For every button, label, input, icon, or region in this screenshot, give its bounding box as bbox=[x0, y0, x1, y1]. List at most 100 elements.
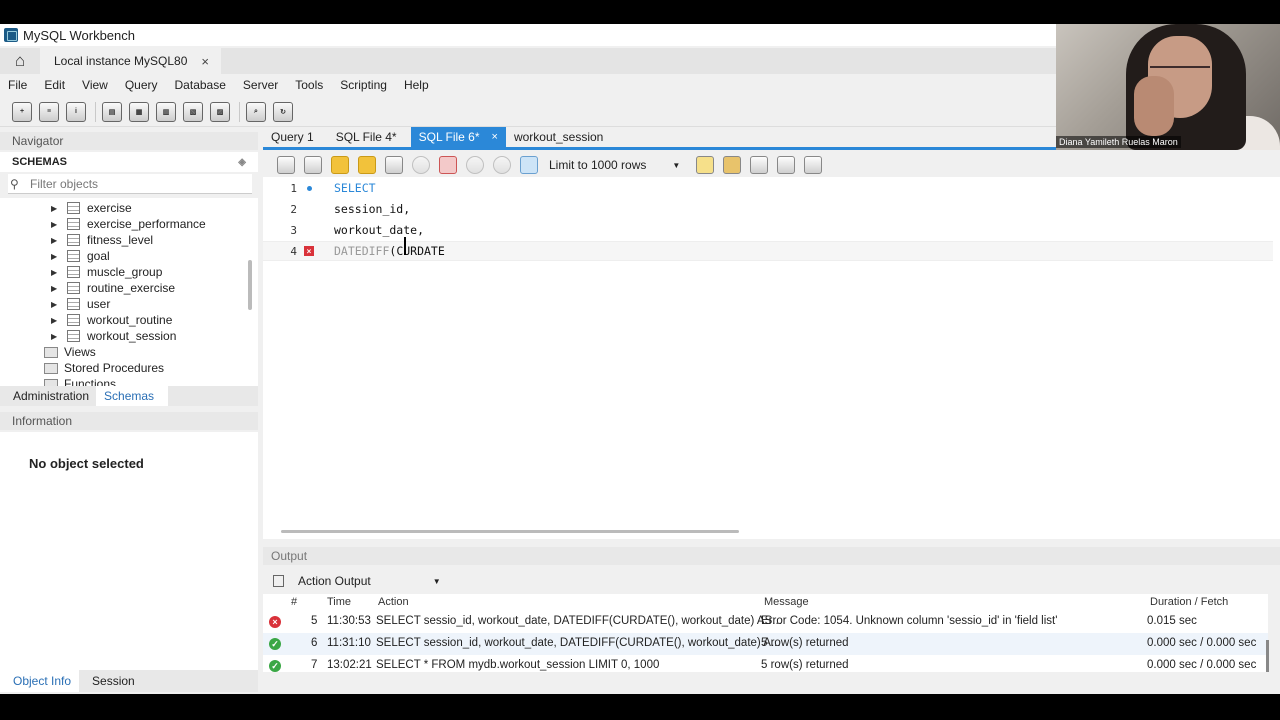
expand-arrow-icon[interactable]: ▶ bbox=[51, 316, 61, 325]
tree-item-table[interactable]: ▶ goal bbox=[51, 248, 110, 264]
table-name: workout_session bbox=[87, 329, 177, 343]
close-icon[interactable]: × bbox=[201, 54, 209, 69]
expand-arrow-icon[interactable]: ▶ bbox=[51, 300, 61, 309]
output-scrollbar[interactable] bbox=[1266, 640, 1269, 672]
menu-tools[interactable]: Tools bbox=[295, 78, 332, 92]
table-icon bbox=[67, 234, 80, 246]
open-file-icon[interactable] bbox=[277, 156, 295, 174]
menu-help[interactable]: Help bbox=[404, 78, 438, 92]
column-header-num[interactable]: # bbox=[291, 596, 297, 608]
output-type-value: Action Output bbox=[298, 574, 371, 588]
filter-objects-placeholder: Filter objects bbox=[30, 176, 99, 191]
tab-administration[interactable]: Administration bbox=[0, 386, 96, 406]
expand-arrow-icon[interactable]: ▶ bbox=[51, 252, 61, 261]
filter-objects-field[interactable]: ⚲ Filter objects bbox=[8, 174, 252, 194]
new-sql-tab-icon[interactable]: + bbox=[12, 101, 32, 122]
open-sql-script-icon[interactable]: ≡ bbox=[39, 101, 59, 122]
create-table-icon[interactable]: ▦ bbox=[129, 101, 149, 122]
table-row[interactable]: ✓ 7 13:02:21 SELECT * FROM mydb.workout_… bbox=[263, 655, 1268, 677]
expand-arrow-icon[interactable]: ▶ bbox=[51, 204, 61, 213]
execute-icon[interactable] bbox=[331, 156, 349, 174]
row-duration: 0.000 sec / 0.000 sec bbox=[1147, 659, 1257, 671]
commit-icon[interactable] bbox=[466, 156, 484, 174]
tree-item-table[interactable]: ▶ user bbox=[51, 296, 110, 312]
stop-icon[interactable] bbox=[412, 156, 430, 174]
menu-database[interactable]: Database bbox=[175, 78, 235, 92]
table-name: exercise_performance bbox=[87, 217, 206, 231]
tree-item-table[interactable]: ▶ muscle_group bbox=[51, 264, 162, 280]
row-time: 11:30:53 bbox=[327, 615, 371, 627]
explain-icon[interactable] bbox=[385, 156, 403, 174]
menu-scripting[interactable]: Scripting bbox=[340, 78, 396, 92]
tab-workout-session[interactable]: workout_session bbox=[506, 127, 617, 147]
create-procedure-icon[interactable]: ▧ bbox=[183, 101, 203, 122]
tab-sql-file-4[interactable]: SQL File 4* bbox=[328, 127, 411, 147]
menu-view[interactable]: View bbox=[82, 78, 117, 92]
home-icon[interactable]: ⌂ bbox=[0, 48, 40, 74]
tree-item-functions[interactable]: Functions bbox=[44, 376, 116, 386]
invisible-chars-icon[interactable] bbox=[777, 156, 796, 174]
autocommit-icon[interactable] bbox=[520, 156, 538, 174]
expand-arrow-icon[interactable]: ▶ bbox=[51, 220, 61, 229]
tree-item-table[interactable]: ▶ exercise_performance bbox=[51, 216, 206, 232]
rollback-icon[interactable] bbox=[493, 156, 511, 174]
copy-icon[interactable] bbox=[273, 575, 284, 587]
code-text: session_id, bbox=[334, 202, 411, 216]
connection-tab[interactable]: Local instance MySQL80 × bbox=[40, 48, 221, 74]
add-snippet-star-icon[interactable] bbox=[696, 156, 715, 174]
toggle-error-stop-icon[interactable] bbox=[439, 156, 457, 174]
tab-query-1[interactable]: Query 1 bbox=[263, 127, 328, 147]
tree-item-stored-procedures[interactable]: Stored Procedures bbox=[44, 360, 164, 376]
menu-query[interactable]: Query bbox=[125, 78, 167, 92]
expand-arrow-icon[interactable]: ▶ bbox=[51, 236, 61, 245]
tree-scrollbar[interactable] bbox=[248, 260, 252, 310]
column-header-message[interactable]: Message bbox=[764, 596, 809, 608]
row-time: 11:31:10 bbox=[327, 637, 371, 649]
expand-arrow-icon[interactable]: ▶ bbox=[51, 332, 61, 341]
reconnect-icon[interactable]: ↻ bbox=[273, 101, 293, 122]
tab-label: SQL File 6* bbox=[418, 130, 480, 144]
expand-arrow-icon[interactable]: ▶ bbox=[51, 268, 61, 277]
tree-item-table[interactable]: ▶ fitness_level bbox=[51, 232, 153, 248]
create-schema-icon[interactable]: ▤ bbox=[102, 101, 122, 122]
limit-rows-select[interactable]: Limit to 1000 rows ▼ bbox=[549, 158, 680, 172]
execute-current-icon[interactable] bbox=[358, 156, 376, 174]
sql-editor[interactable]: 1 SELECT 2 session_id, 3 workout_date, 4… bbox=[263, 177, 1280, 539]
output-type-select[interactable]: Action Output ▼ bbox=[298, 574, 441, 588]
beautify-icon[interactable] bbox=[723, 156, 742, 174]
refresh-icon[interactable]: ◈ bbox=[238, 157, 246, 168]
table-icon bbox=[67, 314, 80, 326]
tab-schemas[interactable]: Schemas bbox=[96, 386, 169, 406]
tree-item-table[interactable]: ▶ workout_session bbox=[51, 328, 176, 344]
column-header-time[interactable]: Time bbox=[327, 596, 351, 608]
create-function-icon[interactable]: ▨ bbox=[210, 101, 230, 122]
editor-horizontal-scrollbar[interactable] bbox=[281, 530, 739, 533]
column-header-action[interactable]: Action bbox=[378, 596, 409, 608]
save-icon[interactable] bbox=[304, 156, 322, 174]
navigator-tab-bar: Administration Schemas bbox=[0, 386, 258, 406]
create-view-icon[interactable]: ▥ bbox=[156, 101, 176, 122]
search-table-data-icon[interactable]: ⌕ bbox=[246, 101, 266, 122]
menu-file[interactable]: File bbox=[8, 78, 36, 92]
tab-session[interactable]: Session bbox=[79, 670, 143, 692]
views-folder-icon bbox=[44, 346, 58, 358]
menu-edit[interactable]: Edit bbox=[44, 78, 74, 92]
tree-item-views[interactable]: Views bbox=[44, 344, 96, 360]
word-wrap-icon[interactable] bbox=[804, 156, 823, 174]
inspector-icon[interactable]: i bbox=[66, 101, 86, 122]
tab-object-info[interactable]: Object Info bbox=[0, 670, 80, 692]
table-row[interactable]: × 5 11:30:53 SELECT sessio_id, workout_d… bbox=[263, 611, 1268, 633]
output-toolbar: Action Output ▼ bbox=[263, 568, 1280, 594]
find-icon[interactable] bbox=[750, 156, 769, 174]
tree-item-table[interactable]: ▶ exercise bbox=[51, 200, 132, 216]
table-row[interactable]: ✓ 6 11:31:10 SELECT session_id, workout_… bbox=[263, 633, 1268, 655]
close-icon[interactable]: × bbox=[492, 131, 498, 143]
statement-marker bbox=[301, 203, 317, 215]
tab-sql-file-6[interactable]: SQL File 6* × bbox=[410, 127, 506, 147]
column-header-duration[interactable]: Duration / Fetch bbox=[1150, 596, 1228, 608]
expand-arrow-icon[interactable]: ▶ bbox=[51, 284, 61, 293]
menu-server[interactable]: Server bbox=[243, 78, 287, 92]
tab-label: workout_session bbox=[513, 130, 604, 144]
tree-item-table[interactable]: ▶ workout_routine bbox=[51, 312, 172, 328]
tree-item-table[interactable]: ▶ routine_exercise bbox=[51, 280, 175, 296]
